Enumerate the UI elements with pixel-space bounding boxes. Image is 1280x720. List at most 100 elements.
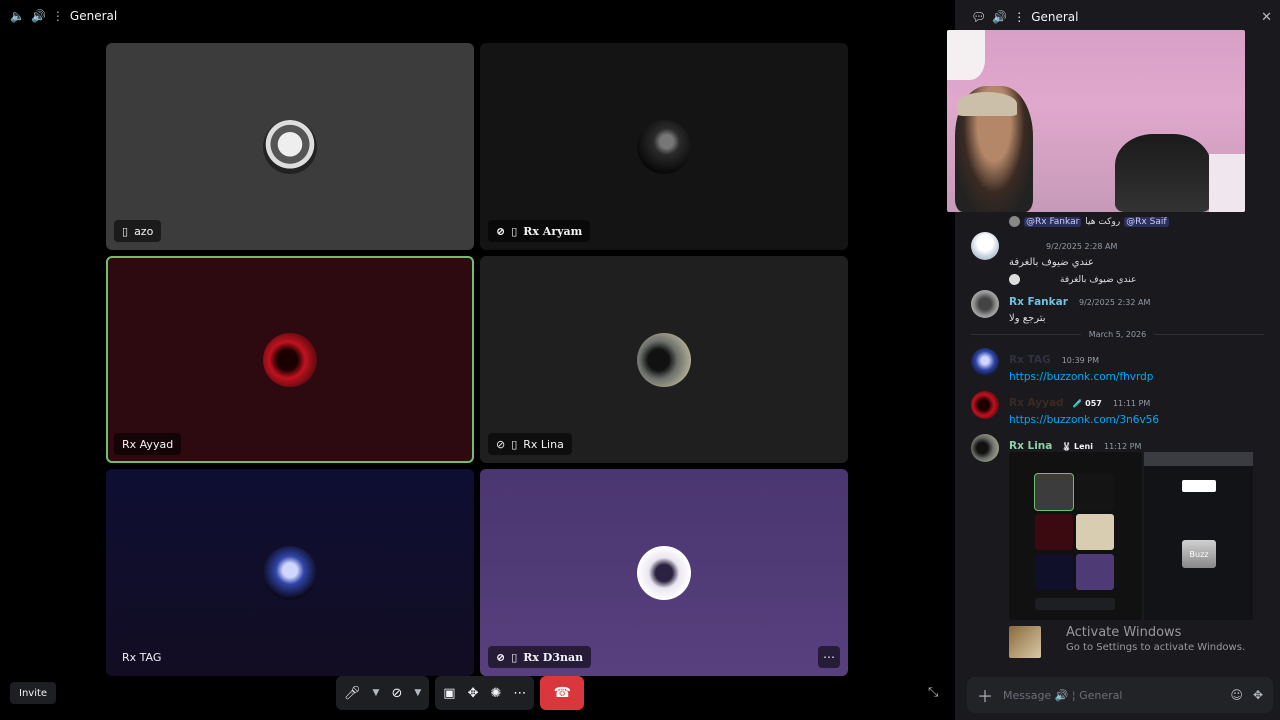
nameplate: ⊘ ▯ Rx Aryam xyxy=(488,220,591,242)
chevron-down-icon[interactable]: ▼ xyxy=(414,688,421,698)
separator-icon: ⋮ xyxy=(1013,10,1026,24)
participant-tile-lina[interactable]: ⊘ ▯ Rx Lina xyxy=(480,256,848,463)
camera-off-icon: ⊘ xyxy=(496,650,506,664)
panel-header: 💬︎ 🔊 ⋮ General ✕ xyxy=(971,8,1272,26)
participant-tile-azo[interactable]: ▯ azo xyxy=(106,43,474,250)
username[interactable]: Rx TAG xyxy=(1009,354,1051,366)
message-link[interactable]: https://buzzonk.com/fhvrdp xyxy=(1009,371,1153,383)
avatar[interactable] xyxy=(971,232,999,260)
nameplate: ▯ azo xyxy=(114,220,162,242)
camera-preview[interactable] xyxy=(947,30,1245,212)
timestamp: 11:11 PM xyxy=(1112,399,1151,408)
date-label: March 5, 2026 xyxy=(1088,330,1147,339)
mini-controls xyxy=(1035,598,1115,610)
reply-text: روكت هيا xyxy=(1085,216,1121,227)
avatar xyxy=(263,545,317,600)
reply-text: عندي ضيوف بالغرفة xyxy=(1060,274,1137,285)
participant-tile-ayyad[interactable]: Rx Ayyad xyxy=(106,256,474,463)
voice-channel-icon: 🔊 xyxy=(30,9,46,23)
audio-video-group: 🎤︎ ▼ ⊘ ▼ xyxy=(336,676,430,710)
panel-channel-name: General xyxy=(1031,10,1079,24)
voice-channel-icon: 🔊 ¦ xyxy=(1054,688,1080,702)
message-body: Rx Ayyad 🧪 057 11:11 PM https://buzzonk.… xyxy=(1009,391,1159,426)
message-list[interactable]: @Rx Fankar روكت هيا @Rx Saif 9/2/2025 2:… xyxy=(955,214,1280,664)
attachment-thumbnail[interactable] xyxy=(1009,626,1041,658)
divider-line xyxy=(971,334,1081,335)
buzz-button: Buzz xyxy=(1182,540,1216,568)
username[interactable]: Rx Lina xyxy=(1009,440,1052,452)
call-controls: 🎤︎ ▼ ⊘ ▼ ▣ ✥ ✺ ⋯ ☎ xyxy=(336,676,585,710)
participant-tile-tag[interactable]: Rx TAG xyxy=(106,469,474,676)
message-composer: ＋ Message 🔊 ¦ General ☺ ✥ xyxy=(967,677,1273,713)
participant-tile-d3nan[interactable]: ⊘ ▯ Rx D3nan ⋯ xyxy=(480,469,848,676)
invite-button[interactable]: Invite xyxy=(10,682,57,704)
mini-tile xyxy=(1076,554,1114,590)
mention[interactable]: @Rx Fankar xyxy=(1024,216,1082,227)
username[interactable]: Rx Ayyad xyxy=(1009,397,1064,409)
speaker-icon[interactable]: 🔈 xyxy=(10,9,25,23)
chevron-down-icon[interactable]: ▼ xyxy=(373,688,380,698)
participant-name: Rx Aryam xyxy=(523,224,583,238)
mobile-icon: ▯ xyxy=(511,224,518,238)
close-icon[interactable]: ✕ xyxy=(1261,10,1272,25)
avatar[interactable] xyxy=(971,348,999,376)
add-attachment-icon[interactable]: ＋ xyxy=(977,683,993,707)
participant-name: Rx Ayyad xyxy=(122,437,174,451)
avatar xyxy=(637,332,691,387)
participant-name: Rx Lina xyxy=(523,437,564,451)
camera-chair xyxy=(1115,134,1211,212)
timestamp: 10:39 PM xyxy=(1061,356,1100,365)
avatar[interactable] xyxy=(971,290,999,318)
apps-icon[interactable]: ✥ xyxy=(1253,688,1263,702)
username[interactable]: Rx Fankar xyxy=(1009,296,1068,308)
divider-line xyxy=(1154,334,1264,335)
mini-tile xyxy=(1076,474,1114,510)
end-call-button[interactable]: ☎ xyxy=(540,676,585,710)
message-body: 9/2/2025 2:28 AM عندي ضيوف بالغرفة xyxy=(1009,234,1117,268)
chat-panel: 💬︎ 🔊 ⋮ General ✕ @Rx Fankar روكت هيا @Rx… xyxy=(947,0,1280,720)
timestamp: 9/2/2025 2:32 AM xyxy=(1078,298,1151,307)
timestamp: 9/2/2025 2:28 AM xyxy=(1046,242,1118,251)
attachment-browser[interactable]: Buzz xyxy=(1144,452,1253,620)
watermark-title: Activate Windows xyxy=(1066,625,1182,640)
guild-tag-text: Leni xyxy=(1073,442,1093,451)
mini-tile xyxy=(1076,514,1114,550)
activity-group: ▣ ✥ ✺ ⋯ xyxy=(435,676,535,710)
participant-name: Rx TAG xyxy=(122,650,162,664)
mobile-icon: ▯ xyxy=(511,650,518,664)
placeholder-prefix: Message xyxy=(1003,688,1052,702)
nameplate: ⊘ ▯ Rx D3nan xyxy=(488,646,592,668)
participant-tile-aryam[interactable]: ⊘ ▯ Rx Aryam xyxy=(480,43,848,250)
timestamp: 11:12 PM xyxy=(1104,442,1142,451)
threads-icon[interactable]: 💬︎ xyxy=(971,10,986,24)
message-input[interactable]: Message 🔊 ¦ General xyxy=(1003,689,1220,702)
mobile-icon: ▯ xyxy=(511,437,518,451)
message-text: بترجع ولا xyxy=(1009,313,1046,324)
camera-off-icon: ⊘ xyxy=(496,224,506,238)
share-screen-icon[interactable]: ▣ xyxy=(443,686,455,701)
avatar xyxy=(263,332,317,387)
activities-icon[interactable]: ✥ xyxy=(468,686,479,701)
soundboard-icon[interactable]: ✺ xyxy=(490,686,501,701)
reply-preview[interactable]: @Rx Fankar روكت هيا @Rx Saif xyxy=(1009,216,1169,227)
avatar[interactable] xyxy=(971,434,999,462)
avatar[interactable] xyxy=(971,391,999,419)
microphone-icon[interactable]: 🎤︎ xyxy=(344,686,361,701)
camera-off-icon[interactable]: ⊘ xyxy=(391,686,402,701)
call-stage: 🔈 🔊 ⋮ General ▯ azo ⊘ ▯ Rx Aryam Rx Ayya… xyxy=(0,0,955,720)
image-attachment[interactable]: Buzz xyxy=(1009,452,1253,620)
nameplate: Rx TAG xyxy=(114,646,169,668)
more-options-icon[interactable]: ⋯ xyxy=(818,646,840,668)
emoji-icon[interactable]: ☺ xyxy=(1230,688,1243,702)
message-text: عندي ضيوف بالغرفة xyxy=(1009,257,1094,268)
message-link[interactable]: https://buzzonk.com/3n6v56 xyxy=(1009,414,1159,426)
exit-fullscreen-icon[interactable]: ⤡ xyxy=(928,685,938,700)
more-icon[interactable]: ⋯ xyxy=(513,686,526,701)
watermark-subtitle: Go to Settings to activate Windows. xyxy=(1066,642,1246,653)
guild-tag-text: 057 xyxy=(1085,399,1102,408)
reply-preview[interactable]: عندي ضيوف بالغرفة xyxy=(1009,274,1136,285)
mini-tile xyxy=(1035,554,1073,590)
avatar xyxy=(263,119,317,174)
attachment-screenshot[interactable] xyxy=(1009,452,1142,620)
mention[interactable]: @Rx Saif xyxy=(1124,216,1169,227)
